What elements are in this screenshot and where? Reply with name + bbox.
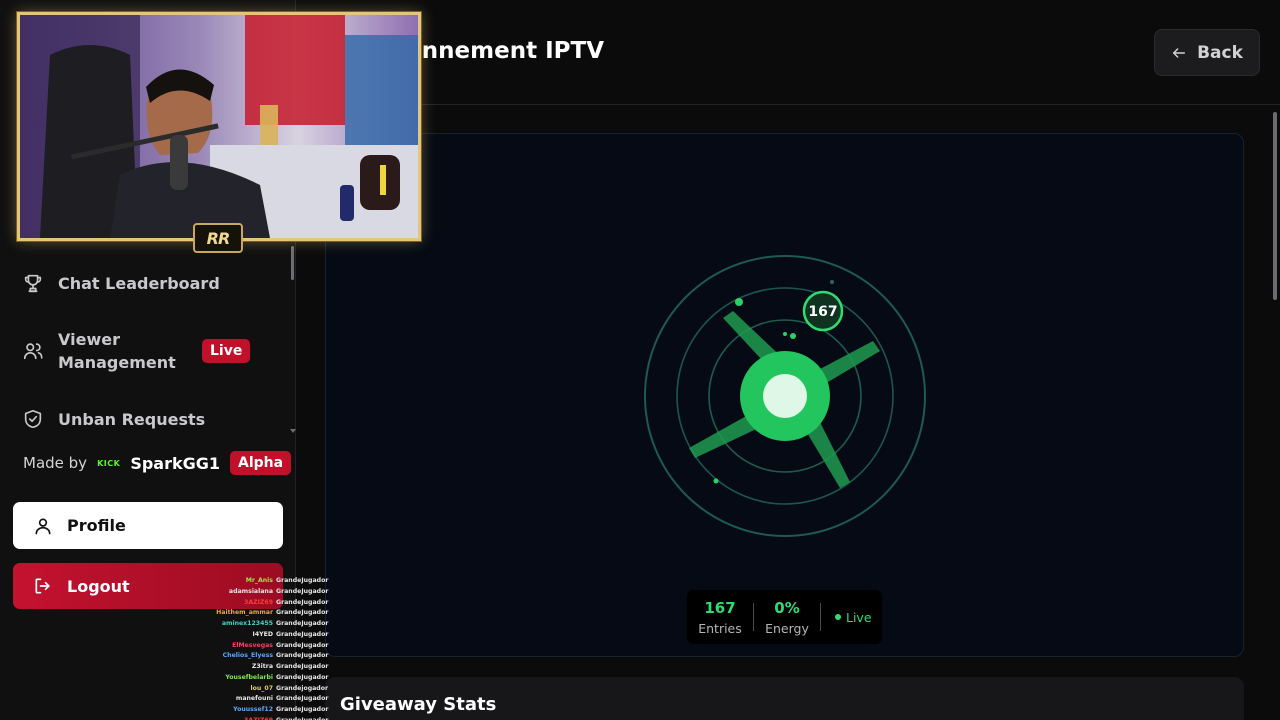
chat-text: GrandeJugador <box>276 630 329 638</box>
chat-username: Mr_Anis <box>245 577 273 584</box>
chat-message: Mr_Anis GrandeJugador <box>196 576 329 587</box>
giveaway-radar-panel: 167 <box>325 133 1244 657</box>
chat-username: Haithem_ammar <box>216 609 273 617</box>
scroll-down-arrow-icon[interactable] <box>290 429 296 433</box>
chat-username: aminex123455 <box>221 620 273 627</box>
live-badge: Live <box>202 339 251 363</box>
chat-message: Youussef12 GrandeJugador <box>196 705 329 716</box>
chat-username: manefouni <box>235 695 273 703</box>
giveaway-stats-card: Giveaway Stats <box>325 677 1244 720</box>
page-title: onnement IPTV <box>406 38 604 64</box>
chat-text: GrandeJugador <box>276 663 329 670</box>
user-icon <box>35 518 51 534</box>
streamer-logo-badge: RR <box>193 223 243 253</box>
radar-entries-count: 167 <box>808 304 837 320</box>
chat-text: GrandeJugador <box>276 652 329 660</box>
chat-message: I4YED GrandeJugador <box>196 630 329 641</box>
profile-button[interactable]: Profile <box>13 502 283 549</box>
author-name[interactable]: SparkGG1 <box>130 454 220 473</box>
webcam-overlay <box>17 12 421 241</box>
radar-visual: 167 <box>644 255 926 537</box>
live-indicator: Live <box>821 610 872 625</box>
back-button[interactable]: Back <box>1154 29 1260 76</box>
chat-username: Yousefbelarbi <box>225 673 273 681</box>
logout-icon <box>35 578 50 594</box>
sidebar-item-label: Chat Leaderboard <box>58 273 220 293</box>
kick-logo-icon: KICK <box>97 458 121 468</box>
chat-message: lou_07 Grandejogador <box>196 684 329 695</box>
chat-text: GrandeJugador <box>276 706 329 713</box>
energy-value: 0% <box>774 598 800 617</box>
chat-message: ElMesvegas GrandeJugador <box>196 641 329 652</box>
energy-label: Energy <box>765 620 809 636</box>
sidebar-item-label: Unban Requests <box>58 409 206 429</box>
entries-value: 167 <box>704 598 736 617</box>
stats-bar: 167 Entries 0% Energy Live <box>687 590 882 644</box>
radar-blip <box>783 332 787 336</box>
chat-text: GrandeJugador <box>276 695 329 703</box>
chat-text: GrandeJugador <box>276 716 328 720</box>
chat-message: Yousefbelarbi GrandeJugador <box>196 673 329 684</box>
chat-text: GrandeJugador <box>276 620 329 627</box>
chat-text: GrandeJugador <box>276 587 329 595</box>
chat-message: 3AZIZ69GrandeJugador <box>196 598 329 609</box>
entries-stat: 167 Entries <box>687 599 753 636</box>
giveaway-stats-title: Giveaway Stats <box>340 694 497 715</box>
chat-message: Chelios_Elyess GrandeJugador <box>196 651 329 662</box>
live-dot-icon <box>835 614 841 620</box>
radar-blip <box>790 333 796 339</box>
chat-message: Haithem_ammar GrandeJugador <box>196 608 329 619</box>
main-scrollbar[interactable] <box>1273 112 1277 300</box>
live-label: Live <box>846 609 872 625</box>
chat-message: aminex123455 GrandeJugador <box>196 619 329 630</box>
sidebar-item-unban-requests[interactable]: Unban Requests <box>22 408 205 430</box>
back-label: Back <box>1197 42 1243 63</box>
radar-blip <box>713 478 719 484</box>
chat-username: I4YED <box>252 630 273 638</box>
chat-username: Z3itra <box>251 663 273 670</box>
chat-username: 3AZIZ69 <box>244 716 273 720</box>
alpha-badge: Alpha <box>230 451 292 475</box>
trophy-icon <box>24 274 42 293</box>
chat-message: manefouni GrandeJugador <box>196 694 329 705</box>
chat-message: Z3itra GrandeJugador <box>196 662 329 673</box>
energy-stat: 0% Energy <box>754 599 820 636</box>
radar-blip <box>830 280 834 284</box>
arrow-left-icon <box>1173 47 1186 58</box>
sidebar-item-chat-leaderboard[interactable]: Chat Leaderboard <box>22 272 220 294</box>
chat-username: lou_07 <box>250 684 273 692</box>
webcam-feed <box>20 15 418 238</box>
made-by-prefix: Made by <box>23 454 88 472</box>
users-icon <box>23 343 43 360</box>
chat-username: adamsialana <box>228 587 273 595</box>
sidebar-item-viewer-management[interactable]: Viewer Management Live <box>22 328 251 374</box>
radar-blip <box>735 298 743 306</box>
chat-text: GrandeJugador <box>276 641 329 649</box>
chat-text: GrandeJugador <box>276 609 329 617</box>
chat-text: Grandejogador <box>276 684 329 692</box>
radar-core-inner <box>763 374 807 418</box>
chat-username: Youussef12 <box>233 706 273 713</box>
chat-message: adamsialana GrandeJugador <box>196 587 329 598</box>
chat-text: GrandeJugador <box>276 673 329 681</box>
chat-message: 3AZIZ69GrandeJugador <box>196 716 328 720</box>
shield-check-icon <box>24 409 42 429</box>
made-by: Made by KICK SparkGG1 Alpha <box>23 451 292 475</box>
chat-overlay: Mr_Anis GrandeJugador adamsialana GrandeJug… <box>196 576 329 720</box>
entries-label: Entries <box>698 620 742 636</box>
chat-username: ElMesvegas <box>232 641 273 649</box>
chat-username: Chelios_Elyess <box>222 652 273 660</box>
profile-label: Profile <box>67 516 126 535</box>
sidebar-item-label: Viewer Management <box>58 330 176 372</box>
chat-text: GrandeJugador <box>276 577 329 584</box>
logout-label: Logout <box>67 576 130 596</box>
chat-username: 3AZIZ69 <box>244 598 273 606</box>
sidebar-scrollbar[interactable] <box>291 246 294 280</box>
chat-text: GrandeJugador <box>276 598 329 606</box>
